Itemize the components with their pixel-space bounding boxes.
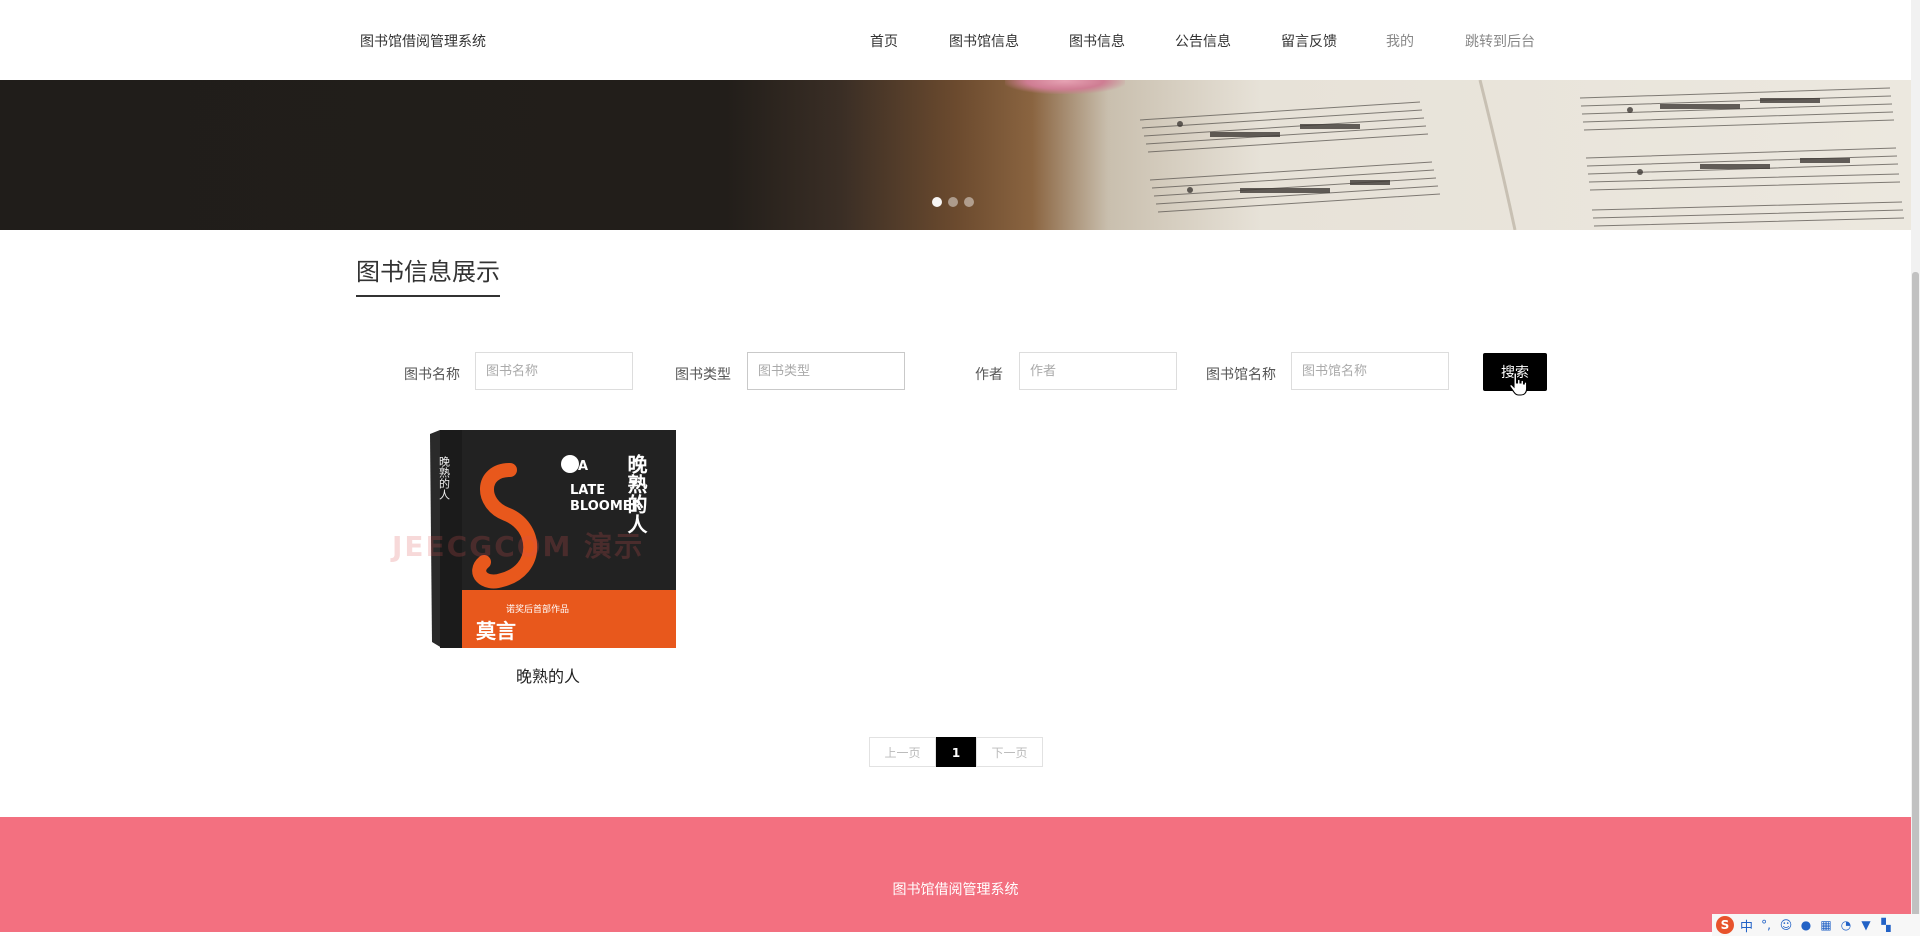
nav-feedback[interactable]: 留言反馈 <box>1281 31 1337 51</box>
nav-announcements[interactable]: 公告信息 <box>1175 31 1231 51</box>
carousel-dot-1[interactable] <box>932 197 942 207</box>
sogou-icon[interactable]: S <box>1716 916 1734 934</box>
emoji-icon[interactable]: ☺ <box>1779 918 1793 932</box>
hero-banner[interactable] <box>0 80 1911 230</box>
nav-my[interactable]: 我的 <box>1386 31 1414 51</box>
punctuation-icon[interactable]: °, <box>1759 918 1773 932</box>
author-input[interactable] <box>1019 352 1177 390</box>
book-name-input[interactable] <box>475 352 633 390</box>
top-header: 图书馆借阅管理系统 首页 图书馆信息 图书信息 公告信息 留言反馈 我的 跳转到… <box>0 0 1911 80</box>
nav-book-info[interactable]: 图书信息 <box>1069 31 1125 51</box>
prev-page-button[interactable]: 上一页 <box>869 737 936 767</box>
svg-text:晚熟的人: 晚熟的人 <box>438 456 451 500</box>
footer: 图书馆借阅管理系统 <box>0 817 1911 932</box>
svg-text:莫言: 莫言 <box>475 619 516 643</box>
library-name-input[interactable] <box>1291 352 1449 390</box>
author-label: 作者 <box>975 367 1003 383</box>
book-cover-image[interactable]: 晚熟的人 A LATE BLOOMER 晚熟的人 诺奖后首部作品 莫言 JEEC… <box>358 425 738 650</box>
mic-icon[interactable]: ● <box>1799 918 1813 932</box>
svg-text:晚熟的人: 晚熟的人 <box>624 453 648 534</box>
ime-mode-toggle[interactable]: 中 <box>1740 916 1753 935</box>
carousel-dot-2[interactable] <box>948 197 958 207</box>
svg-text:A: A <box>578 459 588 474</box>
carousel-dots <box>932 197 974 207</box>
book-title[interactable]: 晚熟的人 <box>358 663 738 687</box>
nav-library-info[interactable]: 图书馆信息 <box>949 31 1019 51</box>
carousel-dot-3[interactable] <box>964 197 974 207</box>
banner-sheet-music <box>1139 80 1905 230</box>
page-scrollbar-thumb[interactable] <box>1912 272 1919 932</box>
cover-watermark: JEECGCOM 演示 <box>392 530 645 563</box>
page-number-1[interactable]: 1 <box>936 737 976 767</box>
grid-icon[interactable]: ▚ <box>1879 918 1893 932</box>
ime-toolbar: S 中 °, ☺ ● ▦ ◔ ▼ ▚ <box>1712 914 1920 936</box>
hand-pointer-icon <box>1509 372 1528 396</box>
library-name-label: 图书馆名称 <box>1206 367 1276 383</box>
footer-text: 图书馆借阅管理系统 <box>892 882 1019 898</box>
section-title: 图书信息展示 <box>356 252 500 297</box>
user-icon[interactable]: ◔ <box>1839 918 1853 932</box>
next-page-button[interactable]: 下一页 <box>976 737 1043 767</box>
svg-text:诺奖后首部作品: 诺奖后首部作品 <box>506 603 569 615</box>
pagination: 上一页 1 下一页 <box>869 737 1043 767</box>
site-brand[interactable]: 图书馆借阅管理系统 <box>360 31 486 51</box>
nav-home[interactable]: 首页 <box>870 31 898 51</box>
book-name-label: 图书名称 <box>404 367 460 383</box>
book-type-input[interactable] <box>747 352 905 390</box>
shirt-icon[interactable]: ▼ <box>1859 918 1873 932</box>
keyboard-icon[interactable]: ▦ <box>1819 918 1833 932</box>
nav-go-to-admin[interactable]: 跳转到后台 <box>1465 31 1535 51</box>
book-card[interactable]: 晚熟的人 A LATE BLOOMER 晚熟的人 诺奖后首部作品 莫言 JEEC… <box>358 425 738 686</box>
book-type-label: 图书类型 <box>675 367 731 383</box>
svg-text:LATE: LATE <box>570 483 605 498</box>
